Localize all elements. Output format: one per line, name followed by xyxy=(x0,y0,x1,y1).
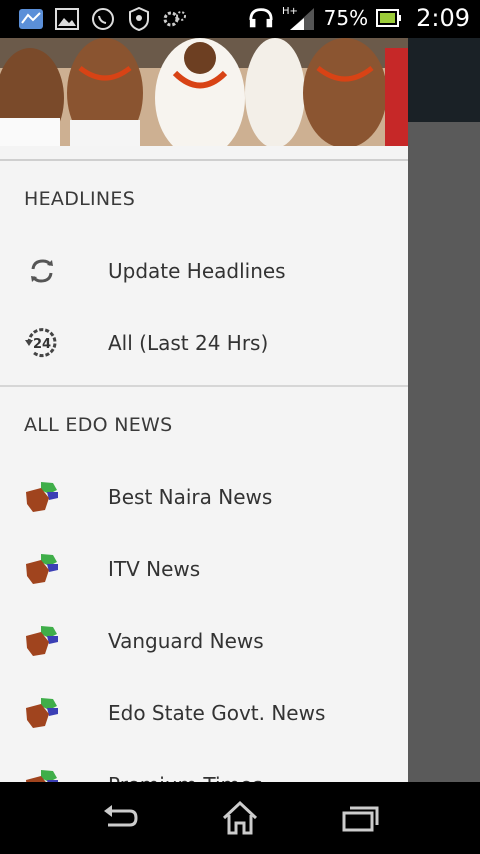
refresh-icon xyxy=(22,251,62,291)
drawer-item-best-naira-news[interactable]: Best Naira News xyxy=(0,461,408,533)
edo-map-icon xyxy=(22,693,62,733)
network-type-label: H+ xyxy=(282,6,298,17)
drawer-item-update-headlines[interactable]: Update Headlines xyxy=(0,235,408,307)
section-title-all-edo-news: ALL EDO NEWS xyxy=(24,414,173,436)
headset-alarm-icon xyxy=(248,5,274,31)
drawer-item-all-last-24-hrs[interactable]: 24 All (Last 24 Hrs) xyxy=(0,307,408,379)
edo-map-icon xyxy=(22,549,62,589)
drawer-item-label: Best Naira News xyxy=(108,485,273,509)
edo-map-icon xyxy=(22,477,62,517)
drawer-item-label: ITV News xyxy=(108,557,201,581)
svg-text:24: 24 xyxy=(33,337,51,352)
battery-percent: 75% xyxy=(323,6,369,30)
edo-map-icon xyxy=(22,621,62,661)
clock: 2:09 xyxy=(416,4,470,32)
drawer-item-itv-news[interactable]: ITV News xyxy=(0,533,408,605)
drawer-item-label: Premium Times xyxy=(108,773,263,782)
edo-map-icon xyxy=(22,765,62,782)
gallery-icon xyxy=(54,6,80,32)
header-divider xyxy=(0,146,408,161)
drawer-item-premium-times[interactable]: Premium Times xyxy=(0,749,408,782)
navigation-drawer: HEADLINES Update Headlines 24 All (Last … xyxy=(0,38,408,782)
drawer-header-image xyxy=(0,38,408,146)
navigation-bar xyxy=(0,782,480,854)
maps-icon xyxy=(18,6,44,32)
drawer-item-label: Vanguard News xyxy=(108,629,264,653)
screen: H+ 75% 2:09 HEADLINES Update Headlines 2… xyxy=(0,0,480,854)
notification-icons xyxy=(18,6,188,32)
drawer-item-vanguard-news[interactable]: Vanguard News xyxy=(0,605,408,677)
section-title-headlines: HEADLINES xyxy=(24,188,136,210)
signal-icon: H+ xyxy=(282,5,316,31)
settings-sync-icon xyxy=(162,6,188,32)
home-icon[interactable] xyxy=(218,798,262,838)
whatsapp-icon xyxy=(90,6,116,32)
history-24-icon: 24 xyxy=(22,323,62,363)
drawer-item-edo-state-govt-news[interactable]: Edo State Govt. News xyxy=(0,677,408,749)
drawer-item-label: All (Last 24 Hrs) xyxy=(108,331,269,355)
status-bar: H+ 75% 2:09 xyxy=(0,0,480,38)
drawer-item-label: Edo State Govt. News xyxy=(108,701,326,725)
recents-icon[interactable] xyxy=(338,798,382,838)
shield-icon xyxy=(126,6,152,32)
battery-icon xyxy=(376,5,402,31)
back-icon[interactable] xyxy=(98,798,142,838)
drawer-item-label: Update Headlines xyxy=(108,259,286,283)
system-status: H+ 75% 2:09 xyxy=(248,4,470,32)
